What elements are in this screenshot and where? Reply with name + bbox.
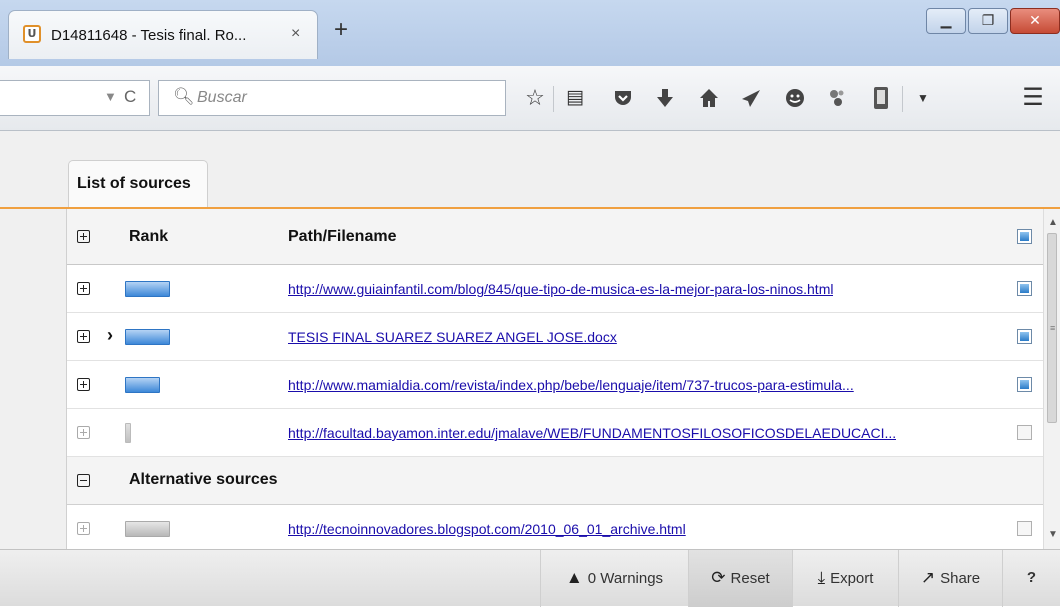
scroll-thumb[interactable]: ≡	[1047, 233, 1057, 423]
warnings-button[interactable]: ▲ 0 Warnings	[540, 550, 688, 607]
urkund-favicon-icon: U	[23, 25, 41, 43]
maximize-button[interactable]: ❐	[968, 8, 1008, 34]
table-row[interactable]: http://facultad.bayamon.inter.edu/jmalav…	[67, 409, 1043, 457]
expand-row-icon[interactable]	[77, 378, 90, 391]
search-input[interactable]	[197, 81, 487, 115]
row-checkbox[interactable]	[1017, 329, 1032, 344]
grip-icon: ≡	[1050, 323, 1056, 333]
tab-title: D14811648 - Tesis final. Ro...	[51, 27, 247, 44]
rank-bar	[125, 521, 170, 537]
home-icon[interactable]	[694, 82, 724, 114]
rank-bar	[125, 329, 170, 345]
table-row[interactable]: http://www.guiainfantil.com/blog/845/que…	[67, 265, 1043, 313]
search-icon: 🔍︎	[173, 87, 195, 106]
reload-icon[interactable]: C	[124, 87, 136, 107]
share-icon: ↗	[920, 568, 936, 587]
navigation-toolbar: ▼ C 🔍︎ ☆ ▤ ▼ ☰	[0, 66, 1060, 131]
rank-bar	[125, 423, 131, 443]
alternative-sources-header[interactable]: Alternative sources	[67, 457, 1043, 505]
expand-row-icon[interactable]	[77, 426, 90, 439]
reset-label: Reset	[730, 570, 770, 587]
row-checkbox[interactable]	[1017, 281, 1032, 296]
sources-table: Rank Path/Filename http://www.guiainfant…	[67, 209, 1043, 549]
refresh-icon: ⟳	[711, 568, 726, 587]
row-checkbox[interactable]	[1017, 425, 1032, 440]
table-row[interactable]: http://www.mamialdia.com/revista/index.p…	[67, 361, 1043, 409]
toolbar-separator	[553, 86, 554, 112]
new-tab-button[interactable]: +	[334, 18, 348, 42]
select-all-checkbox[interactable]	[1017, 229, 1032, 244]
export-icon: ⤓	[817, 568, 826, 587]
expand-all-icon[interactable]	[77, 230, 90, 243]
table-row[interactable]: http://tecnoinnovadores.blogspot.com/201…	[67, 505, 1043, 549]
left-gutter	[0, 209, 67, 549]
toolbar-separator	[902, 86, 903, 112]
rank-bar	[125, 281, 170, 297]
overflow-dropdown-icon[interactable]: ▼	[908, 82, 938, 114]
source-link[interactable]: http://tecnoinnovadores.blogspot.com/201…	[288, 521, 686, 537]
section-label: Alternative sources	[129, 471, 278, 488]
rank-bar	[125, 377, 160, 393]
table-header-row: Rank Path/Filename	[67, 209, 1043, 265]
row-checkbox[interactable]	[1017, 521, 1032, 536]
expand-row-icon[interactable]	[77, 522, 90, 535]
close-window-button[interactable]: ✕	[1010, 8, 1060, 34]
source-link[interactable]: http://facultad.bayamon.inter.edu/jmalav…	[288, 425, 896, 441]
source-link[interactable]: TESIS FINAL SUAREZ SUAREZ ANGEL JOSE.doc…	[288, 329, 617, 345]
send-icon[interactable]	[736, 82, 766, 114]
pocket-icon[interactable]	[608, 82, 638, 114]
export-label: Export	[830, 570, 874, 587]
share-button[interactable]: ↗ Share	[898, 550, 1002, 607]
tab-list-of-sources[interactable]: List of sources	[68, 160, 208, 208]
search-bar[interactable]: 🔍︎	[158, 80, 506, 116]
help-button[interactable]: ?	[1002, 550, 1060, 607]
selected-chevron-icon: ›	[107, 325, 113, 345]
footer-toolbar: ▲ 0 Warnings ⟳ Reset ⤓ Export ↗ Share ?	[0, 549, 1060, 607]
scroll-down-icon[interactable]: ▼	[1048, 529, 1058, 540]
url-bar[interactable]: ▼ C	[0, 80, 150, 116]
vertical-scrollbar[interactable]: ▲ ≡ ▼	[1043, 209, 1060, 549]
browser-tab[interactable]: U D14811648 - Tesis final. Ro... ×	[8, 10, 318, 59]
scroll-up-icon[interactable]: ▲	[1048, 217, 1058, 228]
extension-icon[interactable]	[822, 82, 852, 114]
share-label: Share	[940, 570, 981, 587]
download-icon[interactable]	[650, 82, 680, 114]
chat-icon[interactable]	[780, 82, 810, 114]
reset-button[interactable]: ⟳ Reset	[688, 550, 792, 607]
expand-row-icon[interactable]	[77, 282, 90, 295]
tab-close-icon[interactable]: ×	[291, 25, 300, 43]
window-titlebar: U D14811648 - Tesis final. Ro... × + ▁ ❐…	[0, 0, 1060, 66]
reading-list-icon[interactable]: ▤	[560, 82, 590, 114]
collapse-section-icon[interactable]	[77, 474, 90, 487]
menu-icon[interactable]: ☰	[1018, 82, 1048, 114]
source-link[interactable]: http://www.guiainfantil.com/blog/845/que…	[288, 281, 833, 297]
star-icon[interactable]: ☆	[520, 82, 550, 114]
url-dropdown-icon[interactable]: ▼	[104, 89, 117, 104]
source-link[interactable]: http://www.mamialdia.com/revista/index.p…	[288, 377, 854, 393]
export-button[interactable]: ⤓ Export	[792, 550, 898, 607]
table-row[interactable]: › TESIS FINAL SUAREZ SUAREZ ANGEL JOSE.d…	[67, 313, 1043, 361]
column-header-path[interactable]: Path/Filename	[288, 228, 396, 246]
warning-icon: ▲	[565, 568, 583, 587]
row-checkbox[interactable]	[1017, 377, 1032, 392]
device-icon[interactable]	[866, 82, 896, 114]
expand-row-icon[interactable]	[77, 330, 90, 343]
warnings-label: 0 Warnings	[587, 570, 664, 587]
tab-label: List of sources	[77, 175, 191, 192]
minimize-button[interactable]: ▁	[926, 8, 966, 34]
column-header-rank[interactable]: Rank	[129, 228, 168, 246]
